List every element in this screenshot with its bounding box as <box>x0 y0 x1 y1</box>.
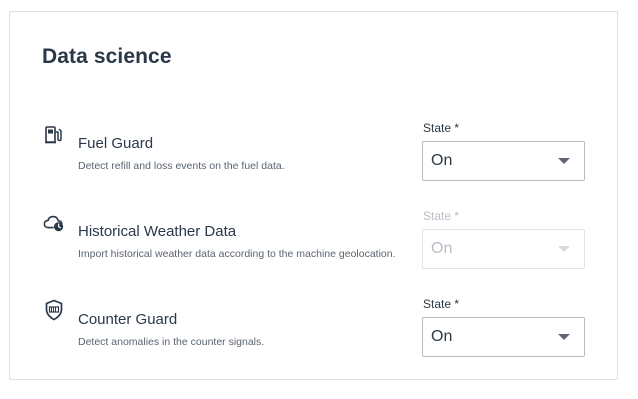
caret-down-icon <box>558 158 570 164</box>
section-title: Data science <box>42 45 172 68</box>
state-label: State * <box>423 209 460 223</box>
service-title: Historical Weather Data <box>78 223 237 240</box>
service-title: Counter Guard <box>78 311 178 328</box>
state-select-value: On <box>431 328 453 345</box>
state-label: State * <box>423 121 460 135</box>
state-select-value: On <box>431 240 453 257</box>
service-description: Detect anomalies in the counter signals. <box>78 336 265 348</box>
cloud-clock-icon <box>43 212 65 234</box>
state-label: State * <box>423 297 460 311</box>
caret-down-icon <box>558 246 570 252</box>
data-science-card: Data science Fuel Guard Detect refill an… <box>9 11 618 380</box>
service-description: Detect refill and loss events on the fue… <box>78 160 285 172</box>
state-select-counter-guard[interactable]: On <box>422 317 585 357</box>
fuel-pump-icon <box>43 124 65 146</box>
service-row-historical-weather: Historical Weather Data Import historica… <box>10 206 617 269</box>
service-description: Import historical weather data according… <box>78 248 396 260</box>
shield-counter-icon <box>43 299 65 321</box>
service-row-fuel-guard: Fuel Guard Detect refill and loss events… <box>10 118 617 181</box>
state-select-fuel-guard[interactable]: On <box>422 141 585 181</box>
state-select-historical-weather: On <box>422 229 585 269</box>
caret-down-icon <box>558 334 570 340</box>
state-select-value: On <box>431 152 453 169</box>
service-row-counter-guard: Counter Guard Detect anomalies in the co… <box>10 294 617 357</box>
service-title: Fuel Guard <box>78 135 154 152</box>
